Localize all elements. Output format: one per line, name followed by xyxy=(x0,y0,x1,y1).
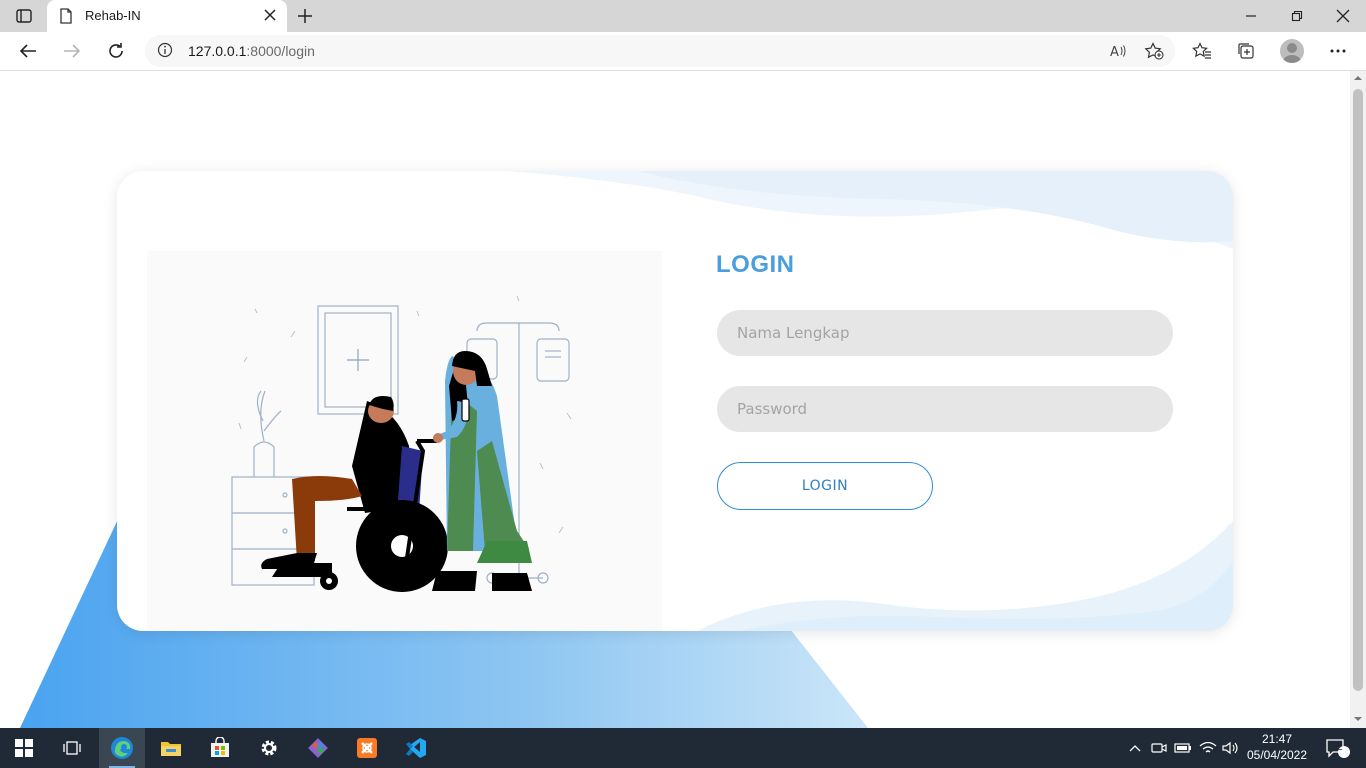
clock-time: 21:47 xyxy=(1261,732,1293,746)
address-bar[interactable]: 127.0.0.1:8000/login A xyxy=(145,35,1175,67)
browser-toolbar: 127.0.0.1:8000/login A xyxy=(0,32,1366,71)
task-view-icon[interactable] xyxy=(49,728,95,768)
name-field[interactable] xyxy=(717,310,1173,356)
wifi-icon[interactable] xyxy=(1197,728,1219,768)
favorites-icon[interactable] xyxy=(1187,37,1217,65)
scroll-thumb[interactable] xyxy=(1353,89,1363,691)
url-path: :8000/login xyxy=(246,43,315,59)
clock-date: 05/04/2022 xyxy=(1246,748,1308,762)
notifications-icon[interactable]: 2 xyxy=(1320,728,1356,768)
meet-now-icon[interactable] xyxy=(1148,728,1170,768)
xampp-icon[interactable] xyxy=(344,728,390,768)
file-explorer-icon[interactable] xyxy=(148,728,194,768)
read-aloud-icon[interactable]: A xyxy=(1106,40,1130,62)
page-viewport: LOGIN LOGIN xyxy=(0,71,1350,728)
forward-icon[interactable] xyxy=(57,37,87,65)
add-favorite-icon[interactable] xyxy=(1142,40,1166,62)
start-icon[interactable] xyxy=(1,728,47,768)
password-field[interactable] xyxy=(717,386,1173,432)
browser-tab-bar: Rehab-IN xyxy=(0,0,1366,32)
browser-tab[interactable]: Rehab-IN xyxy=(47,0,287,32)
restore-icon[interactable] xyxy=(1274,0,1320,32)
login-card: LOGIN LOGIN xyxy=(117,171,1233,631)
more-options-icon[interactable] xyxy=(1323,37,1353,65)
wheelchair-patient xyxy=(261,396,448,592)
clock[interactable]: 21:47 05/04/2022 xyxy=(1240,731,1314,763)
vscode-icon[interactable] xyxy=(393,728,439,768)
tab-actions-icon[interactable] xyxy=(8,4,40,28)
new-tab-icon[interactable] xyxy=(293,5,317,27)
tab-title: Rehab-IN xyxy=(85,8,141,23)
volume-icon[interactable] xyxy=(1220,728,1242,768)
page-icon xyxy=(59,8,73,29)
refresh-icon[interactable] xyxy=(101,37,131,65)
close-window-icon[interactable] xyxy=(1320,0,1366,32)
battery-icon[interactable] xyxy=(1172,728,1194,768)
taskbar: 21:47 05/04/2022 2 xyxy=(0,728,1366,768)
show-hidden-icons-icon[interactable] xyxy=(1125,728,1145,768)
page-scrollbar[interactable] xyxy=(1350,71,1366,728)
minimize-icon[interactable] xyxy=(1228,0,1274,32)
url-text[interactable]: 127.0.0.1:8000/login xyxy=(188,43,315,59)
notification-count: 2 xyxy=(1337,742,1343,753)
scroll-down-icon[interactable] xyxy=(1354,716,1362,722)
collections-icon[interactable] xyxy=(1231,37,1261,65)
svg-text:A: A xyxy=(1110,45,1119,59)
login-title: LOGIN xyxy=(716,251,795,278)
store-icon[interactable] xyxy=(197,728,243,768)
login-button[interactable]: LOGIN xyxy=(717,462,933,510)
site-info-icon[interactable] xyxy=(157,42,173,63)
rehab-illustration xyxy=(147,251,662,631)
close-tab-icon[interactable] xyxy=(263,8,277,27)
settings-icon[interactable] xyxy=(246,728,292,768)
git-icon[interactable] xyxy=(295,728,341,768)
url-host: 127.0.0.1 xyxy=(188,43,247,59)
edge-icon[interactable] xyxy=(99,728,145,768)
back-icon[interactable] xyxy=(13,37,43,65)
scroll-up-icon[interactable] xyxy=(1354,75,1362,81)
profile-avatar[interactable] xyxy=(1280,39,1304,63)
